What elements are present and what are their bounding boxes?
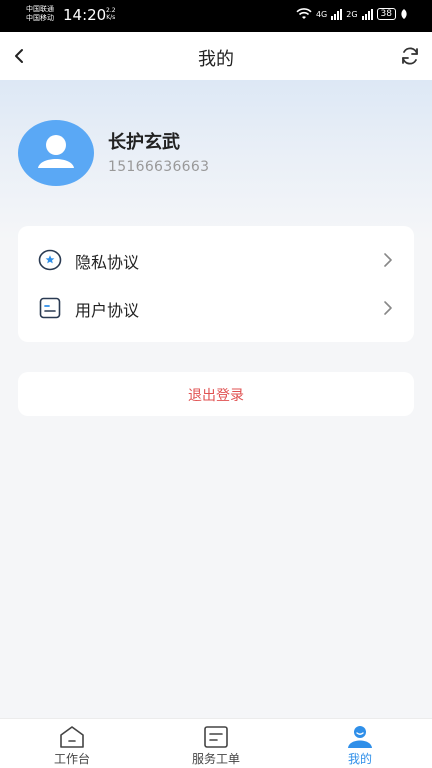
- network-speed-value: 2.2: [106, 7, 116, 14]
- tab-bar: 工作台 服务工单 我的: [0, 718, 432, 768]
- signal-icon-2: [361, 8, 373, 20]
- nav-bar: 我的: [0, 32, 432, 80]
- chevron-right-icon: [384, 253, 392, 267]
- chevron-right-icon: [384, 301, 392, 315]
- menu-item-label: 用户协议: [75, 301, 140, 320]
- refresh-icon[interactable]: [398, 44, 422, 68]
- tab-mine[interactable]: 我的: [288, 719, 432, 768]
- network-speed: 2.2 K/s: [106, 7, 116, 21]
- leaf-icon: [401, 9, 407, 19]
- carrier-1: 中国联通: [26, 5, 54, 13]
- network-speed-unit: K/s: [106, 14, 116, 21]
- network-type-1: 4G: [315, 9, 328, 19]
- logout-label: 退出登录: [188, 388, 244, 404]
- shield-star-icon: [38, 249, 62, 271]
- wifi-icon: [296, 8, 312, 19]
- user-phone: 15166636663: [108, 159, 210, 175]
- document-icon: [39, 297, 61, 319]
- network-type-2: 2G: [346, 9, 358, 19]
- tab-label: 工作台: [53, 752, 90, 766]
- battery-icon: 38: [376, 8, 396, 20]
- signal-icon: [331, 8, 343, 20]
- home-icon: [60, 726, 84, 748]
- carrier-info: 中国联通 中国移动: [26, 5, 54, 23]
- page-title: 我的: [198, 49, 234, 70]
- user-icon: [348, 726, 372, 748]
- system-icons: 4G 2G 38: [296, 8, 408, 20]
- status-bar: 中国联通 中国移动 14:20 2.2 K/s 4G 2G 38: [0, 0, 432, 32]
- avatar[interactable]: [18, 120, 94, 186]
- user-name: 长护玄武: [108, 132, 180, 153]
- tab-label: 服务工单: [191, 752, 240, 766]
- menu-item-privacy[interactable]: 隐私协议: [18, 236, 414, 284]
- carrier-2: 中国移动: [26, 14, 54, 22]
- menu-item-label: 隐私协议: [75, 253, 140, 272]
- work-order-icon: [204, 726, 228, 748]
- menu-item-user-agreement[interactable]: 用户协议: [18, 284, 414, 332]
- tab-work-orders[interactable]: 服务工单: [144, 719, 288, 768]
- tab-workbench[interactable]: 工作台: [0, 719, 144, 768]
- status-time: 14:20: [63, 6, 107, 24]
- menu-card: 隐私协议 用户协议: [18, 226, 414, 342]
- tab-label: 我的: [347, 752, 372, 766]
- logout-button[interactable]: 退出登录: [18, 372, 414, 416]
